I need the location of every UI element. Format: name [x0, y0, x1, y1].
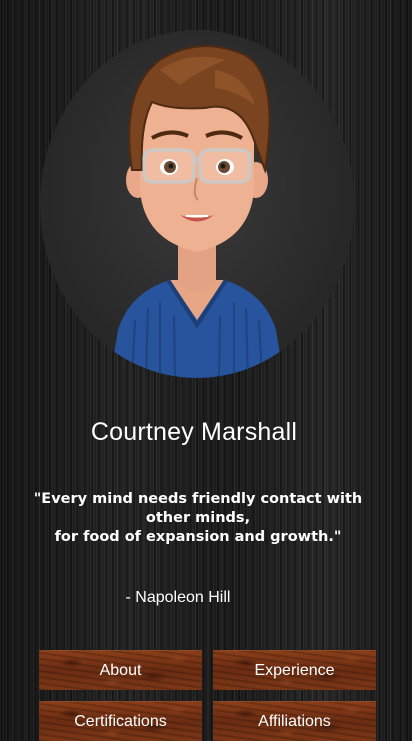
quote-line: for food of expansion and growth.": [54, 529, 342, 545]
profile-name: Courtney Marshall: [90, 418, 298, 446]
experience-button[interactable]: Experience: [213, 650, 376, 690]
quote-line: "Every mind needs friendly contact with: [33, 491, 363, 507]
quote-text: "Every mind needs friendly contact with …: [20, 490, 376, 547]
avatar-illustration: [110, 45, 284, 378]
certifications-button[interactable]: Certifications: [39, 701, 202, 741]
about-button[interactable]: About: [39, 650, 202, 690]
quote-line: other minds,: [145, 510, 251, 526]
quote-author: - Napoleon Hill: [125, 589, 231, 606]
profile-avatar: [40, 30, 354, 378]
affiliations-button[interactable]: Affiliations: [213, 701, 376, 741]
